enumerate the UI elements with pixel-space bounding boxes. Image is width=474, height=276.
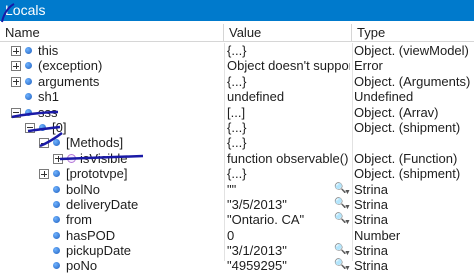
row-name: isVisible bbox=[80, 150, 128, 166]
row-value[interactable]: {...} bbox=[227, 166, 350, 181]
object-icon bbox=[25, 93, 32, 101]
method-icon bbox=[67, 153, 76, 163]
tree-row[interactable]: pickupDate "3/1/2013" 🔍 ▼ Strina bbox=[0, 243, 474, 258]
tree-row[interactable]: [Methods] {...} bbox=[0, 135, 474, 150]
collapse-icon[interactable] bbox=[39, 138, 49, 149]
magnifier-icon[interactable]: 🔍 bbox=[334, 183, 346, 194]
row-value[interactable]: {...} bbox=[227, 43, 350, 58]
object-icon bbox=[53, 200, 60, 208]
row-name: hasPOD bbox=[66, 227, 116, 243]
row-name: arguments bbox=[38, 73, 100, 89]
row-name: sss bbox=[38, 104, 58, 120]
object-icon bbox=[53, 216, 60, 224]
expand-icon[interactable] bbox=[11, 46, 21, 56]
tree-row[interactable]: [prototvpe] {...} Object. (shipment) bbox=[0, 166, 474, 181]
tree-row[interactable]: bolNo "" 🔍 ▼ Strina bbox=[0, 182, 474, 197]
tree-row[interactable]: arguments {...} Object. (Arguments) bbox=[0, 74, 474, 89]
row-value[interactable]: function observable() { bbox=[227, 151, 350, 166]
row-value[interactable]: {...} bbox=[227, 74, 350, 89]
object-icon bbox=[25, 62, 32, 70]
row-name: deliveryDate bbox=[66, 196, 139, 212]
collapse-icon[interactable] bbox=[11, 107, 21, 118]
row-name: [Methods] bbox=[66, 135, 124, 151]
row-type: Strina bbox=[354, 181, 388, 197]
tree-row[interactable]: isVisible function observable() { Object… bbox=[0, 151, 474, 166]
object-icon bbox=[39, 123, 46, 131]
row-value[interactable]: Object doesn't suppor bbox=[227, 58, 350, 73]
row-name: sh1 bbox=[38, 89, 59, 105]
row-name: [prototvpe] bbox=[66, 166, 128, 182]
row-value[interactable]: [...] bbox=[227, 105, 350, 120]
object-icon bbox=[53, 185, 60, 193]
row-type: Object. (Arguments) bbox=[354, 73, 471, 89]
locals-tree: this {...} Object. (viewModel) (exceptio… bbox=[0, 43, 474, 274]
magnifier-icon[interactable]: 🔍 bbox=[334, 260, 346, 270]
column-header-value[interactable]: Value bbox=[224, 24, 352, 41]
column-header-name[interactable]: Name bbox=[0, 24, 224, 41]
object-icon bbox=[53, 231, 60, 239]
row-name: [0] bbox=[52, 119, 67, 135]
locals-panel-title: Locals bbox=[0, 0, 474, 21]
row-value[interactable]: "3/1/2013" bbox=[227, 243, 350, 258]
collapse-icon[interactable] bbox=[25, 122, 35, 133]
magnifier-icon[interactable]: 🔍 bbox=[334, 214, 346, 224]
row-value[interactable]: "" bbox=[227, 182, 350, 197]
row-type: Object. (shipment) bbox=[354, 119, 461, 135]
chevron-down-icon[interactable]: ▼ bbox=[344, 261, 351, 276]
object-icon bbox=[53, 247, 60, 255]
object-icon bbox=[25, 77, 32, 85]
tree-row[interactable]: (exception) Object doesn't suppor Error bbox=[0, 58, 474, 73]
tree-row[interactable]: from "Ontario. CA" 🔍 ▼ Strina bbox=[0, 212, 474, 227]
row-type: Number bbox=[354, 227, 401, 243]
row-value[interactable]: "3/5/2013" bbox=[227, 197, 350, 212]
tree-row[interactable]: this {...} Object. (viewModel) bbox=[0, 43, 474, 58]
row-name: pickupDate bbox=[66, 243, 132, 259]
row-type: Object. (shipment) bbox=[354, 166, 461, 182]
row-type bbox=[354, 135, 474, 150]
row-name: (exception) bbox=[38, 58, 103, 74]
magnifier-icon[interactable]: 🔍 bbox=[334, 245, 346, 255]
row-type: Object. (Function) bbox=[354, 150, 458, 166]
row-name: this bbox=[38, 43, 59, 58]
tree-row[interactable]: [0] {...} Object. (shipment) bbox=[0, 120, 474, 135]
row-value[interactable]: 0 bbox=[227, 228, 350, 243]
row-type: Strina bbox=[354, 212, 388, 228]
tree-row[interactable]: sss [...] Object. (Arrav) bbox=[0, 105, 474, 120]
row-value[interactable]: undefined bbox=[227, 89, 350, 104]
object-icon bbox=[25, 108, 32, 116]
object-icon bbox=[53, 139, 60, 147]
row-value[interactable]: "Ontario. CA" bbox=[227, 212, 350, 227]
column-header-type[interactable]: Type bbox=[352, 24, 474, 41]
row-type: Strina bbox=[354, 243, 388, 259]
expand-icon[interactable] bbox=[39, 169, 49, 180]
row-type: Undefined bbox=[354, 89, 414, 105]
object-icon bbox=[53, 170, 60, 178]
row-value[interactable]: {...} bbox=[227, 120, 350, 135]
tree-row[interactable]: sh1 undefined Undefined bbox=[0, 89, 474, 104]
expand-icon[interactable] bbox=[11, 76, 21, 87]
object-icon bbox=[53, 262, 60, 270]
column-header-row: Name Value Type bbox=[0, 24, 474, 42]
tree-row[interactable]: hasPOD 0 Number bbox=[0, 228, 474, 243]
row-type: Object. (Arrav) bbox=[354, 104, 439, 120]
magnifier-icon[interactable]: 🔍 bbox=[334, 198, 346, 209]
object-icon bbox=[25, 47, 32, 54]
row-name: from bbox=[66, 212, 92, 228]
row-value[interactable]: {...} bbox=[227, 135, 350, 150]
expand-icon[interactable] bbox=[53, 153, 63, 164]
row-type: Strina bbox=[354, 196, 388, 212]
expand-icon[interactable] bbox=[11, 61, 21, 72]
row-type: Error bbox=[354, 58, 383, 74]
row-type: Object. (viewModel) bbox=[354, 43, 469, 58]
row-name: bolNo bbox=[66, 181, 100, 197]
tree-row[interactable]: deliveryDate "3/5/2013" 🔍 ▼ Strina bbox=[0, 197, 474, 212]
